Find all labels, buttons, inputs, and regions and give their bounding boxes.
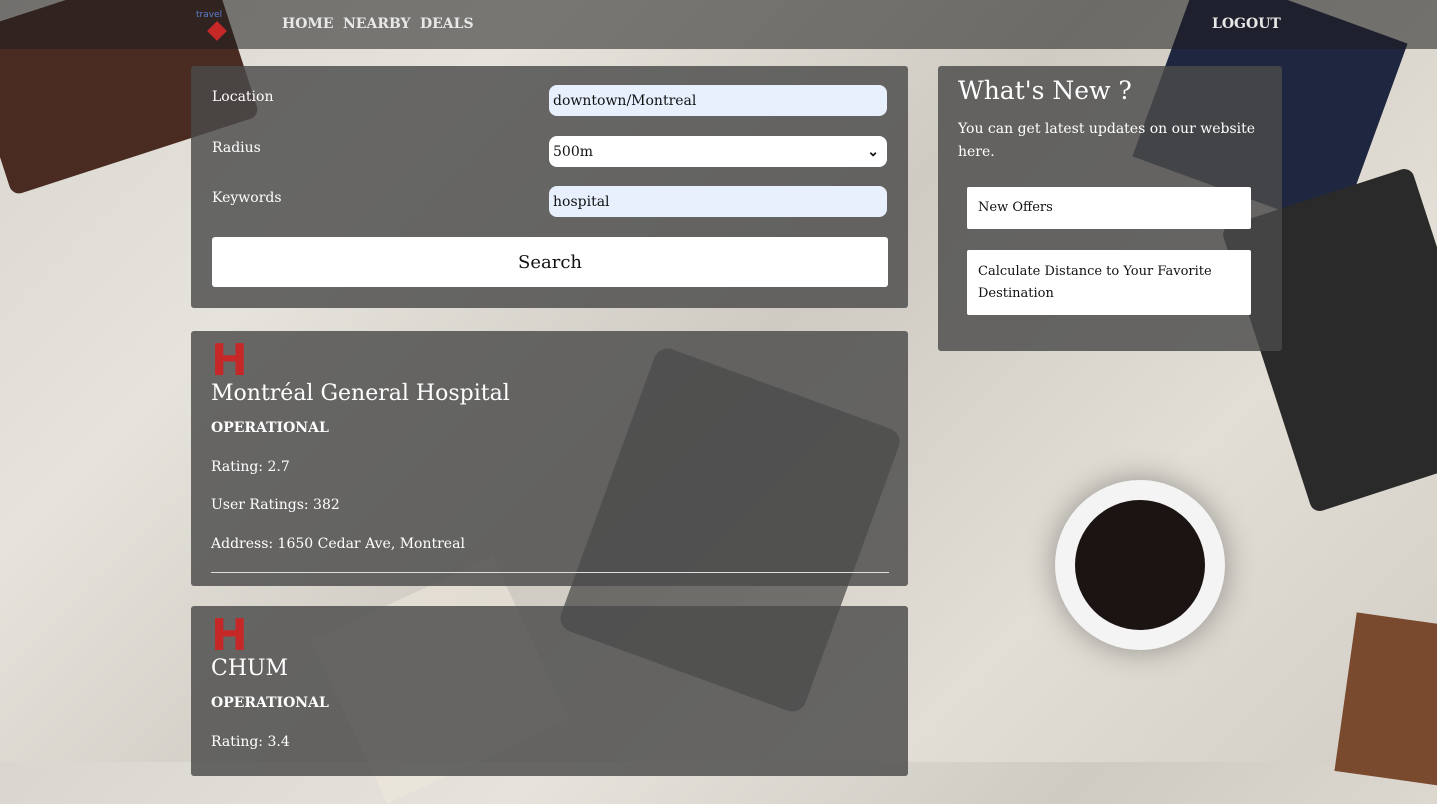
chevron-down-icon: ⌄ bbox=[867, 143, 879, 160]
radius-label: Radius bbox=[212, 140, 261, 156]
result-rating: Rating: 2.7 bbox=[211, 459, 290, 475]
result-rating: Rating: 3.4 bbox=[211, 734, 290, 750]
whats-new-title: What's New ? bbox=[958, 76, 1132, 105]
whats-new-subtitle: You can get latest updates on our websit… bbox=[958, 121, 1256, 160]
background-photo bbox=[1334, 612, 1437, 788]
keywords-input[interactable] bbox=[549, 186, 887, 217]
result-user-ratings: User Ratings: 382 bbox=[211, 497, 340, 513]
background-photo bbox=[1075, 500, 1205, 630]
nav-nearby[interactable]: NEARBY bbox=[343, 16, 411, 32]
result-status: OPERATIONAL bbox=[211, 695, 329, 711]
hospital-icon: H bbox=[211, 335, 248, 386]
navbar: travel HOME NEARBY DEALS LOGOUT bbox=[0, 0, 1437, 49]
result-card: H Montréal General Hospital OPERATIONAL … bbox=[191, 331, 908, 586]
nav-deals[interactable]: DEALS bbox=[420, 16, 474, 32]
keywords-label: Keywords bbox=[212, 190, 282, 206]
background-photo bbox=[1055, 480, 1225, 650]
radius-value: 500m bbox=[553, 143, 593, 160]
logo-icon bbox=[207, 21, 227, 41]
radius-select[interactable]: 500m ⌄ bbox=[549, 136, 887, 167]
result-card: H CHUM OPERATIONAL Rating: 3.4 bbox=[191, 606, 908, 776]
result-address: Address: 1650 Cedar Ave, Montreal bbox=[211, 536, 465, 552]
logo-text: travel bbox=[196, 10, 223, 20]
search-button[interactable]: Search bbox=[212, 237, 888, 287]
result-name[interactable]: CHUM bbox=[211, 656, 288, 681]
calculate-distance-item[interactable]: Calculate Distance to Your Favorite Dest… bbox=[967, 250, 1251, 315]
logout-link[interactable]: LOGOUT bbox=[1212, 16, 1281, 32]
whats-new-panel: What's New ? You can get latest updates … bbox=[938, 66, 1282, 351]
hospital-icon: H bbox=[211, 610, 248, 661]
new-offers-item[interactable]: New Offers bbox=[967, 187, 1251, 229]
logo[interactable]: travel bbox=[196, 8, 248, 42]
result-name[interactable]: Montréal General Hospital bbox=[211, 381, 510, 406]
location-input[interactable] bbox=[549, 85, 887, 116]
location-label: Location bbox=[212, 89, 274, 105]
result-divider bbox=[211, 572, 889, 573]
nav-home[interactable]: HOME bbox=[282, 16, 334, 32]
result-status: OPERATIONAL bbox=[211, 420, 329, 436]
search-panel: Location Radius 500m ⌄ Keywords Search bbox=[191, 66, 908, 308]
